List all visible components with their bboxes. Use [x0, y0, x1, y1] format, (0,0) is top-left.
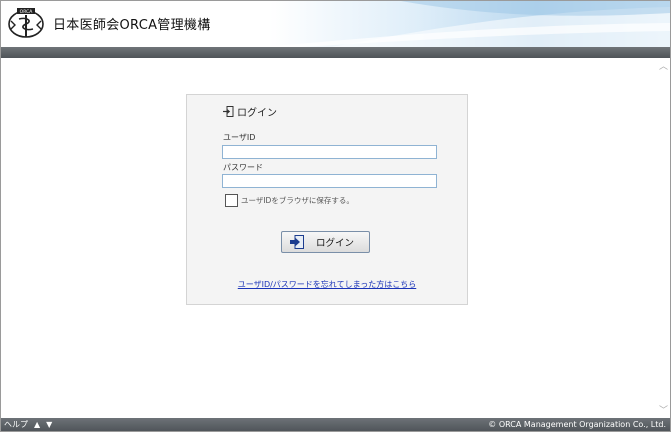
orca-logo: ORCA	[8, 8, 44, 38]
login-panel: ログイン ユーザID パスワード ユーザIDをブラウザに保存する。 ログイン ユ…	[186, 94, 468, 305]
scroll-up-icon[interactable]: ▲	[34, 418, 40, 431]
remember-checkbox[interactable]	[225, 194, 238, 207]
user-id-label: ユーザID	[223, 133, 256, 142]
login-button-label: ログイン	[316, 238, 355, 249]
help-area: ヘルプ ▲ ▼	[4, 418, 52, 431]
user-id-input[interactable]	[222, 145, 437, 159]
remember-label: ユーザIDをブラウザに保存する。	[241, 196, 354, 205]
login-title-text: ログイン	[237, 108, 277, 119]
scroll-down-icon[interactable]: ▼	[46, 418, 52, 431]
organization-name: 日本医師会ORCA管理機構	[53, 18, 211, 33]
vertical-scrollbar[interactable]: ︿ ﹀	[656, 58, 670, 418]
header-divider-bar	[1, 47, 670, 58]
password-input[interactable]	[222, 174, 437, 188]
remember-user-id[interactable]: ユーザIDをブラウザに保存する。	[225, 194, 354, 207]
footer-bar: ヘルプ ▲ ▼ © ORCA Management Organization C…	[1, 418, 670, 431]
login-button[interactable]: ログイン	[281, 231, 370, 253]
password-label: パスワード	[223, 163, 263, 172]
scroll-up-arrow-icon[interactable]: ︿	[659, 63, 668, 72]
app-window: ORCA 日本医師会ORCA管理機構 ︿ ﹀ ログイン ユーザID パスワード …	[0, 0, 671, 432]
help-link[interactable]: ヘルプ	[4, 418, 28, 431]
svg-text:ORCA: ORCA	[20, 9, 34, 15]
login-title: ログイン	[223, 104, 277, 119]
header: ORCA 日本医師会ORCA管理機構	[1, 1, 670, 47]
forgot-credentials-link[interactable]: ユーザID/パスワードを忘れてしまった方はこちら	[187, 279, 467, 290]
scroll-down-arrow-icon[interactable]: ﹀	[659, 407, 668, 416]
login-enter-icon	[223, 106, 234, 117]
copyright-text: © ORCA Management Organization Co., Ltd.	[488, 420, 666, 429]
login-arrow-icon	[290, 235, 304, 249]
